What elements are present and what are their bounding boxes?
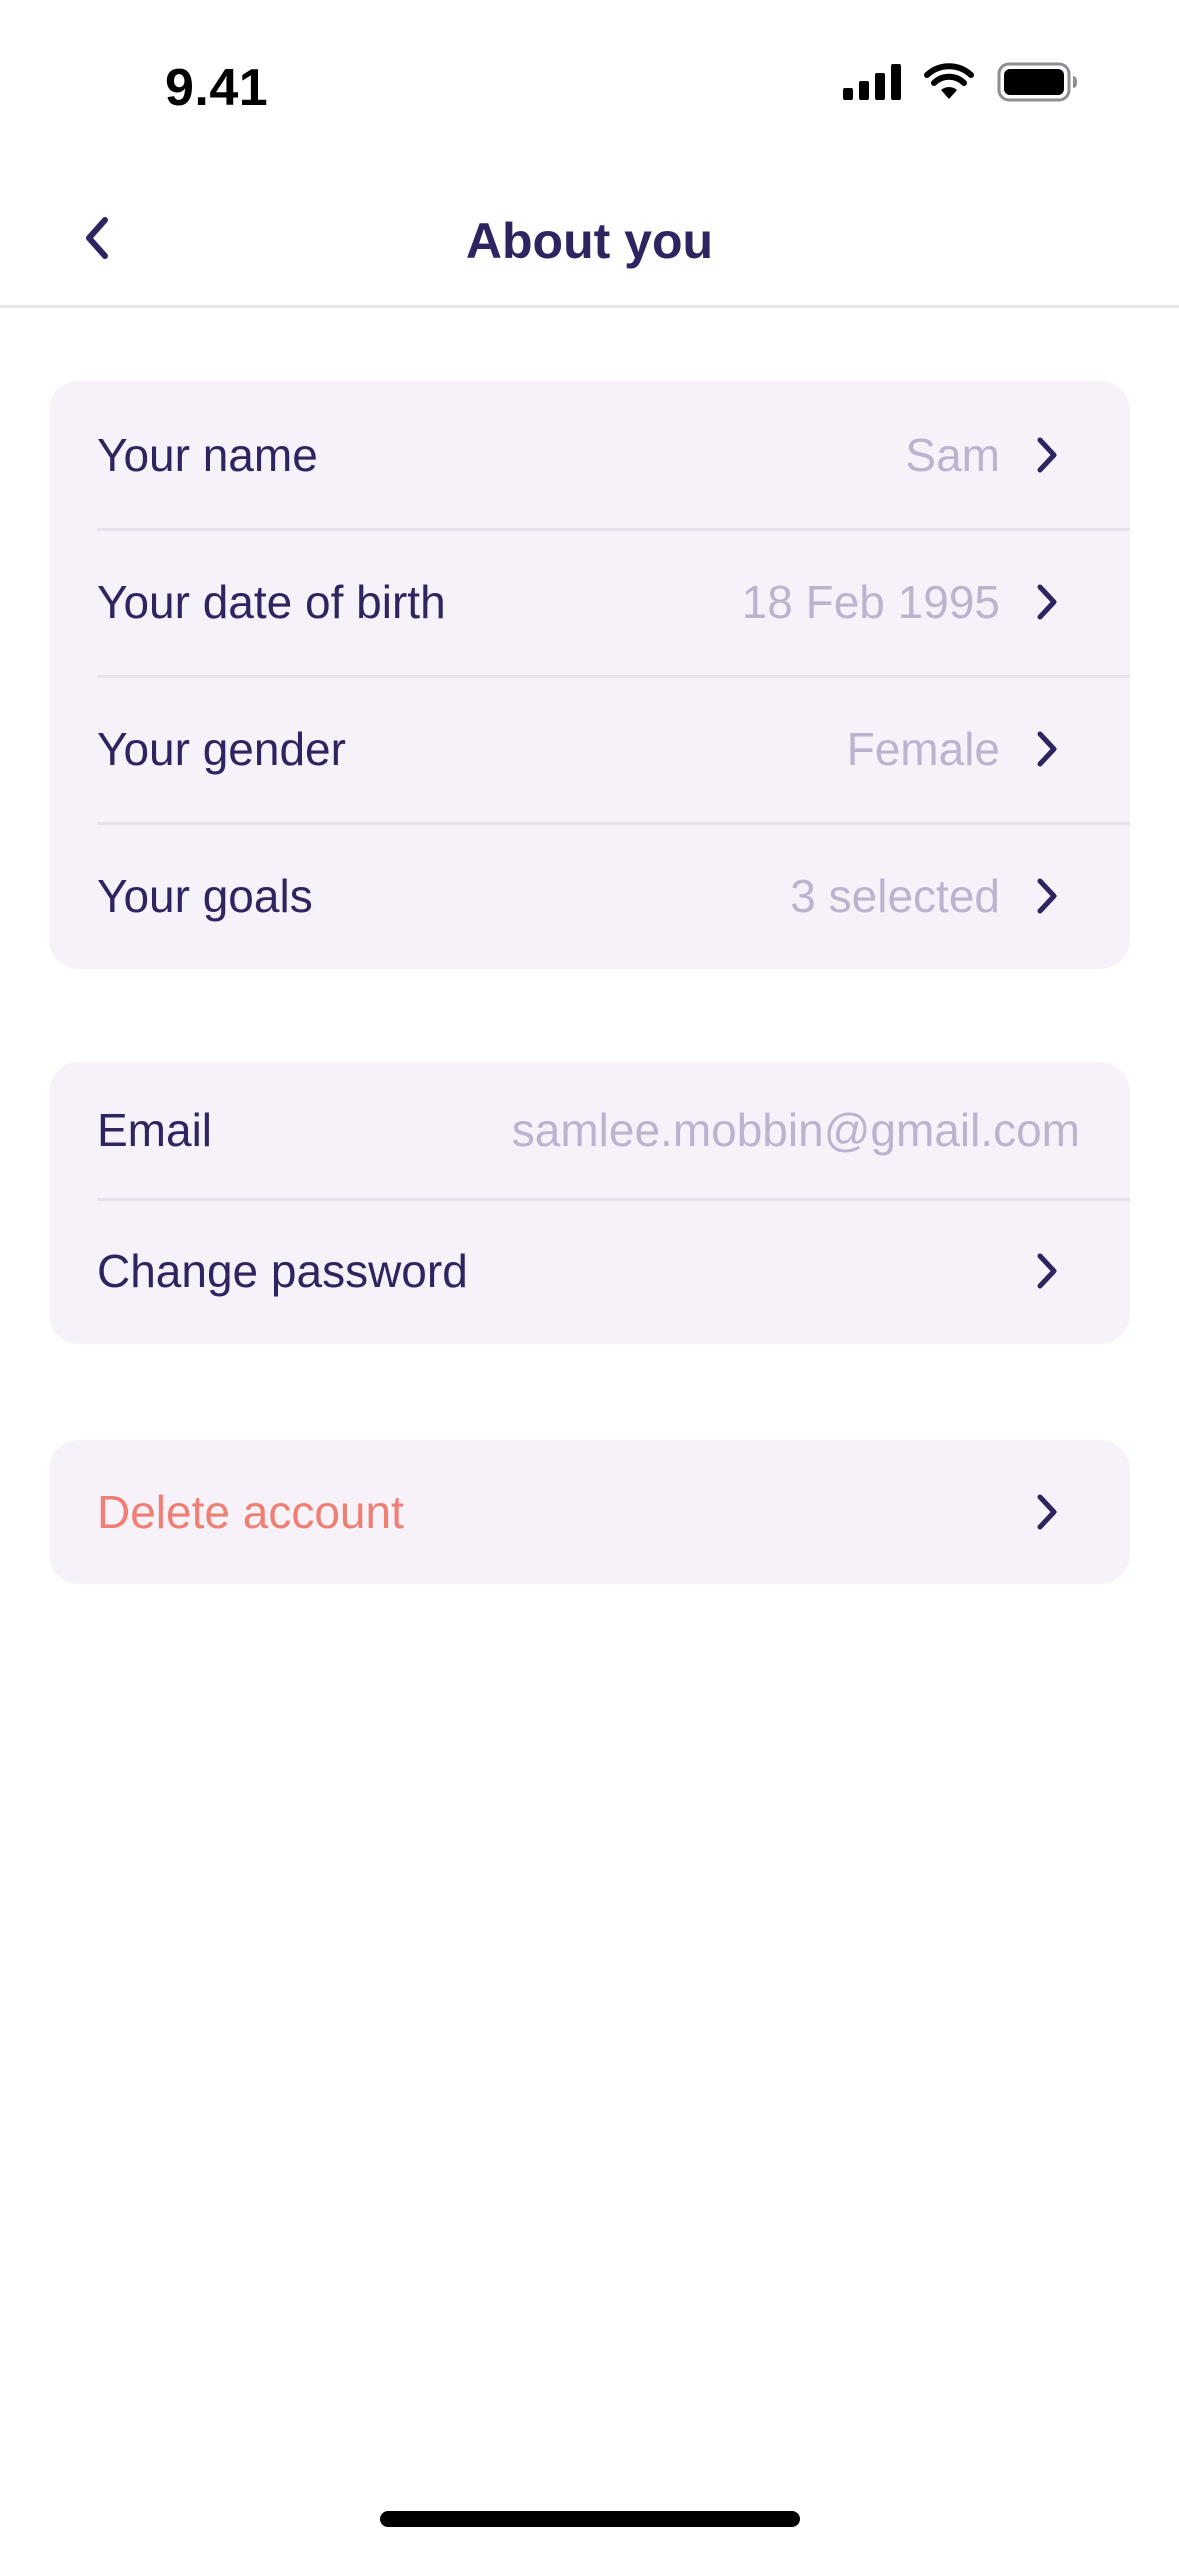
name-row[interactable]: Your name Sam	[49, 381, 1130, 528]
date-of-birth-value: 18 Feb 1995	[741, 575, 1000, 628]
date-of-birth-row[interactable]: Your date of birth 18 Feb 1995	[49, 528, 1130, 675]
wifi-icon	[923, 63, 975, 106]
chevron-right-icon	[1030, 1490, 1064, 1534]
signal-icon	[843, 64, 901, 105]
account-card: Email samlee.mobbin@gmail.com Change pas…	[49, 1062, 1130, 1344]
chevron-right-icon	[1030, 433, 1064, 477]
battery-icon	[997, 62, 1079, 107]
home-indicator[interactable]	[380, 2511, 800, 2527]
name-label: Your name	[97, 428, 318, 481]
page-title: About you	[465, 213, 714, 269]
chevron-right-icon	[1030, 874, 1064, 918]
goals-row[interactable]: Your goals 3 selected	[49, 822, 1130, 969]
gender-row[interactable]: Your gender Female	[49, 675, 1130, 822]
goals-value: 3 selected	[790, 869, 1000, 922]
profile-details-card: Your name Sam Your date of birth 18 Feb …	[49, 381, 1130, 969]
status-bar: 9.41	[0, 0, 1179, 170]
chevron-right-icon	[1030, 727, 1064, 771]
gender-value: Female	[846, 722, 1000, 775]
gender-label: Your gender	[97, 722, 346, 775]
name-value: Sam	[905, 428, 1000, 481]
change-password-row[interactable]: Change password	[49, 1198, 1130, 1344]
date-of-birth-label: Your date of birth	[97, 575, 446, 628]
email-label: Email	[97, 1104, 213, 1156]
email-row: Email samlee.mobbin@gmail.com	[49, 1062, 1130, 1198]
about-you-screen: 9.41 About you Your name Sam Your date o…	[0, 0, 1179, 2556]
change-password-label: Change password	[97, 1245, 468, 1297]
delete-account-label: Delete account	[97, 1486, 404, 1538]
status-time: 9.41	[165, 59, 269, 117]
email-value: samlee.mobbin@gmail.com	[511, 1104, 1080, 1156]
chevron-right-icon	[1030, 1249, 1064, 1293]
delete-account-card: Delete account	[49, 1440, 1130, 1584]
chevron-right-icon	[1030, 580, 1064, 624]
status-icons	[843, 62, 1079, 107]
goals-label: Your goals	[97, 869, 313, 922]
delete-account-row[interactable]: Delete account	[49, 1440, 1130, 1584]
nav-bar: About you	[0, 170, 1179, 308]
